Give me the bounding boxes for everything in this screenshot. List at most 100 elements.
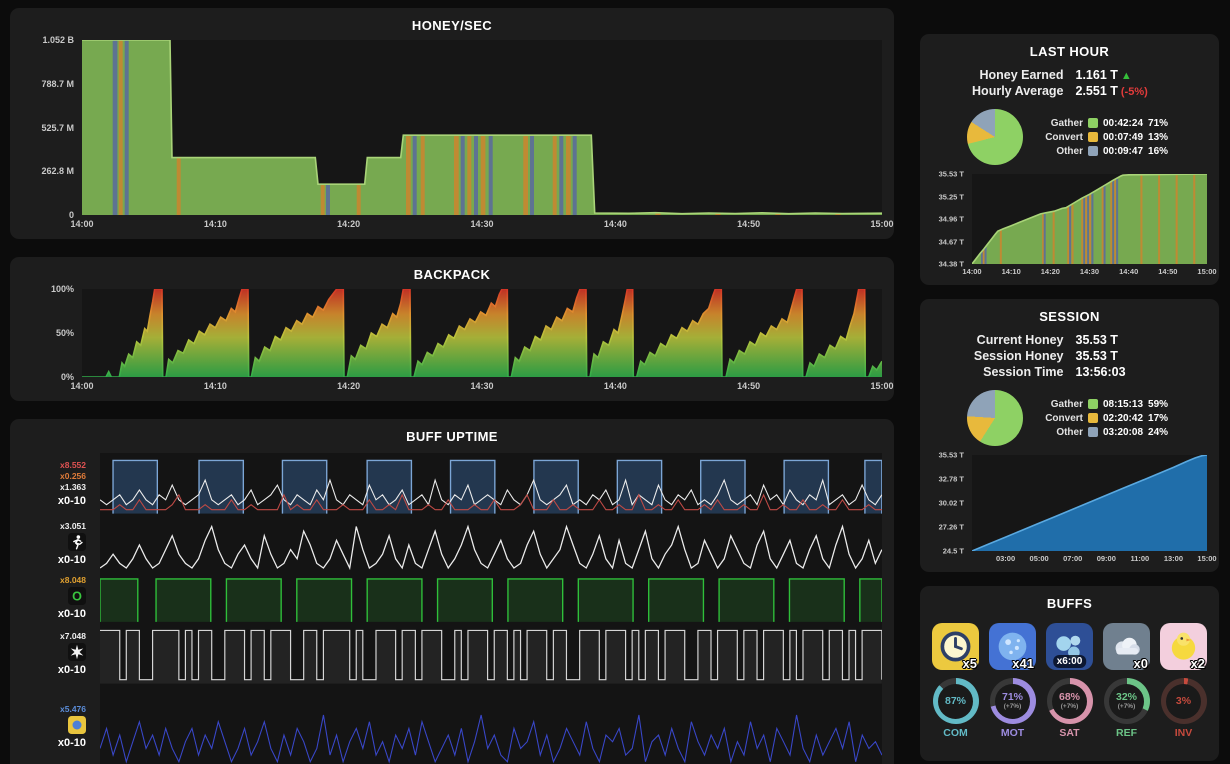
y-tick-label: 24.5 T [942,546,964,556]
stat-label: Session Time [983,365,1064,379]
legend-percent: 24% [1148,426,1169,438]
gauge-ring: 32% (+7%) [1103,678,1150,724]
buff-multiplier-label: x3.051 [60,520,86,531]
y-tick-label: 100% [50,284,74,294]
stat-value: 35.53 T [1075,333,1118,347]
x-tick-label: 15:00 [1197,554,1217,563]
honey-chart [82,40,882,215]
x-tick-label: 14:50 [737,219,761,229]
backpack-y-axis: 100% 50% 0% [22,284,82,382]
x-tick-label: 03:00 [995,554,1016,563]
gauge-ring: 71% (+7%) [989,678,1036,724]
x-tick-label: 09:00 [1096,554,1116,563]
buff-range-label: x0-10 [57,554,86,567]
x-tick-label: 05:00 [1029,554,1049,563]
last-hour-y-axis: 35.53 T 35.25 T 34.96 T 34.67 T 34.38 T [932,170,972,269]
last-hour-breakdown: Gather 00:42:24 71% Convert 00:07:49 13% Other… [932,102,1207,174]
y-tick-label: 32.78 T [938,474,964,484]
buff-tile: x6:00 [1046,623,1093,670]
legend-row: Gather 08:15:13 59% [1039,399,1172,410]
last-hour-chart-svg [972,174,1207,264]
x-tick-label: 14:40 [1119,267,1139,276]
buff-row-chart [100,623,883,685]
panel-honey-per-sec: HONEY/SEC 1.052 B 788.7 M 525.7 M 262.8 M0 … [10,8,894,239]
buff-range-label: x0-10 [57,737,86,750]
gauge-ref: 32% (+7%) REF [1103,678,1150,739]
x-tick-label: 14:50 [1158,267,1178,276]
right-column: LAST HOUR Honey Earned 1.161 T ▲ Hourly Ave… [920,34,1219,764]
legend-row: Other 00:09:47 16% [1039,146,1172,157]
panel-backpack: BACKPACK 100% 50% 0% 14:00 14:10 14:20 14:30 1… [10,257,894,401]
gauge-sub: (+7%) [1117,702,1136,710]
gauge-label: COM [943,727,968,739]
gauge-ring: 68% (+7%) [1046,678,1093,724]
legend-time: 00:09:47 [1102,145,1144,157]
legend-name: Other [1056,145,1083,157]
session-stats: Current Honey 35.53 T Session Honey 35.53 T… [932,331,1207,383]
buff-tile: x0 [1103,623,1150,671]
buff-row-labels: x5.476 x0-10 [22,685,100,764]
buff-multiplier-label: x5.476 [60,703,86,714]
legend-swatch [1087,118,1098,128]
buff-row: x8.552 x0.256 x1.363 x0-10 [22,453,883,515]
honey-chart-area: 1.052 B 788.7 M 525.7 M 262.8 M0 14:00 14:10… [22,35,893,231]
x-tick-label: 14:30 [470,381,494,391]
legend-swatch [1087,399,1098,409]
legend-time: 03:20:08 [1102,426,1144,438]
y-tick-label: 50% [55,328,74,338]
session-legend: Gather 08:15:13 59% Convert 02:20:42 17% Other… [1039,399,1172,438]
y-tick-label: 27.26 T [938,522,964,532]
y-tick-label: 35.25 T [938,192,964,201]
buff-row-labels: x8.552 x0.256 x1.363 x0-10 [22,453,100,515]
session-y-axis: 35.53 T 32.78 T 30.02 T 27.26 T 24.5 T [932,451,972,556]
x-tick-label: 14:10 [1001,267,1021,276]
gauge-com: 87% COM [932,678,979,739]
x-tick-label: 14:10 [203,219,227,229]
gauge-percent: 32% [1115,691,1137,703]
buff-multiplier-label: x0.256 [60,471,86,482]
honey-x-axis: 14:00 14:10 14:20 14:30 14:40 14:50 15:00 [70,215,893,231]
legend-name: Gather [1050,117,1083,129]
buff-row: x8.048 Ox0-10 [22,573,883,623]
buff-range-label: x0-10 [57,664,86,677]
x-tick-label: 14:20 [1040,267,1060,276]
backpack-chart-area: 100% 50% 0% 14:00 14:10 14:20 14:30 14:40 14:50… [22,284,894,393]
buff-tiles: x5 x41 x6:00 x0 x2 [932,618,1207,678]
legend-swatch [1087,146,1098,156]
backpack-panel-title: BACKPACK [413,267,491,282]
session-chart [972,455,1207,551]
x-tick-label: 14:40 [603,381,627,391]
x-tick-label: 14:30 [470,219,494,229]
buff-count-badge: x0 [1133,656,1148,671]
x-tick-label: 14:20 [337,219,361,229]
y-tick-label: 1.052 B [42,35,74,45]
stat-delta: (-5%) [1120,86,1148,98]
last-hour-panel-title: LAST HOUR [1029,44,1110,59]
y-tick-label: 34.38 T [938,259,964,269]
left-column: HONEY/SEC 1.052 B 788.7 M 525.7 M 262.8 M0 … [10,8,894,764]
buff-multiplier-label: x7.048 [60,630,86,641]
panel-buffs: BUFFS x5 x41 x6:00 x0 x2 87% COM 71% (+7%) MOT 68… [920,586,1219,761]
gauge-label: SAT [1059,727,1080,739]
session-chart-svg [972,455,1207,551]
buff-row-labels: x8.048 Ox0-10 [22,573,100,623]
session-pie [966,390,1023,446]
panel-buff-uptime: BUFF UPTIME x8.552 x0.256 x1.363 x0-10 x3.05… [10,419,894,764]
legend-swatch [1087,413,1098,423]
stat-label: Session Honey [973,349,1064,363]
buff-range-label: x0-10 [57,494,86,507]
legend-name: Convert [1045,131,1083,143]
last-hour-stats: Honey Earned 1.161 T ▲ Hourly Average 2.551 … [932,66,1207,102]
buff-count-badge: x5 [962,656,977,671]
stat-row: Session Honey 35.53 T [932,349,1207,363]
gauge-ring: 87% [932,678,979,724]
last-hour-legend: Gather 00:42:24 71% Convert 00:07:49 13% Other… [1039,118,1172,157]
legend-swatch [1087,132,1098,142]
gauge-sat: 68% (+7%) SAT [1046,678,1093,739]
buff-row-chart [99,515,883,573]
buff-multiplier-label: x8.552 [60,460,86,471]
backpack-chart-svg [82,289,882,377]
gauge-sub: (+7%) [1060,702,1079,710]
x-tick-label: 11:00 [1130,554,1150,563]
x-tick-label: 14:20 [337,381,361,391]
